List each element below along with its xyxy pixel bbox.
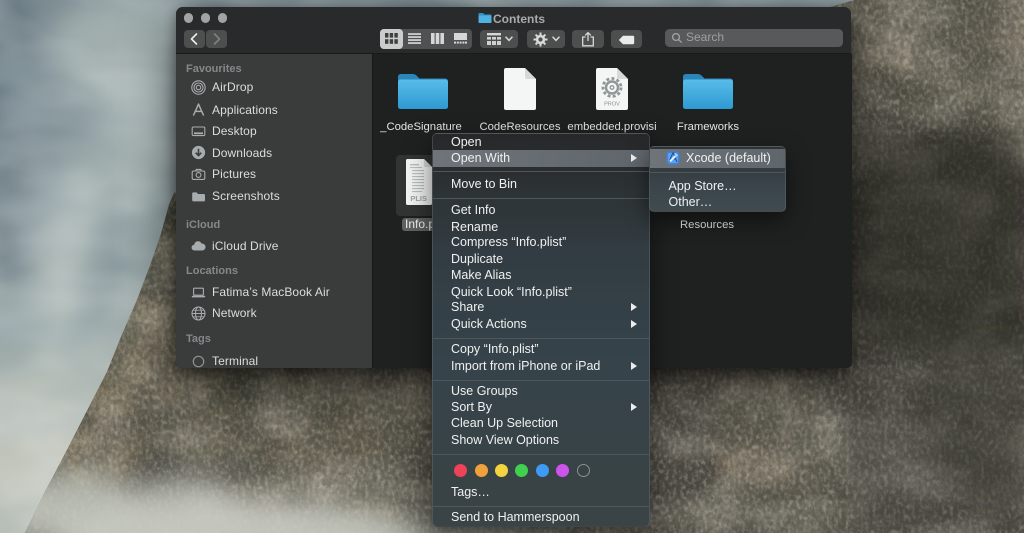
svg-text:PROV: PROV <box>604 102 620 108</box>
svg-text:PLIS: PLIS <box>410 194 427 203</box>
